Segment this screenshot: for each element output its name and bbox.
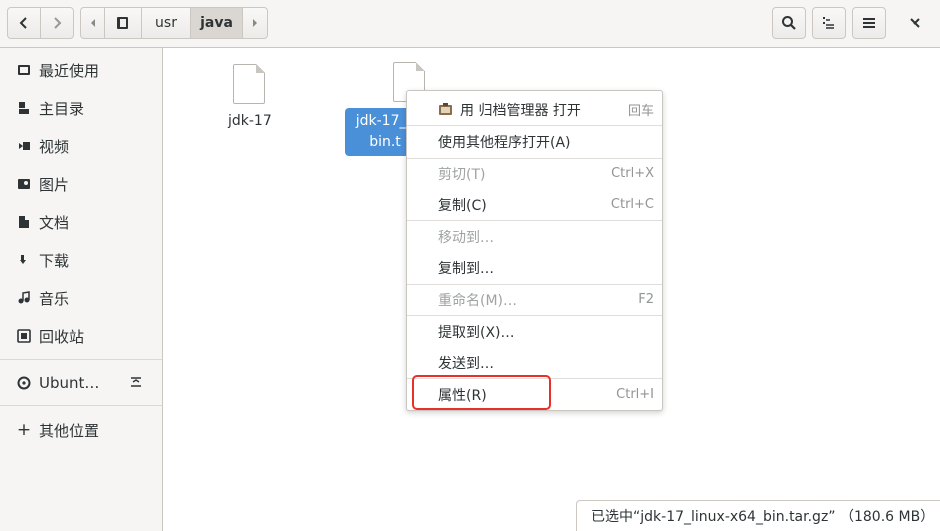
sidebar-item-label: 文档: [39, 213, 70, 232]
menu-item-move-to[interactable]: 移动到…: [407, 221, 662, 252]
sidebar-item-drive[interactable]: Ubunt…: [0, 365, 162, 401]
menu-item-copy[interactable]: 复制(C) Ctrl+C: [407, 189, 662, 220]
close-button[interactable]: [900, 7, 930, 39]
sidebar-item-label: 最近使用: [39, 61, 100, 80]
image-icon: [14, 177, 34, 191]
menu-item-label: 复制(C): [438, 197, 487, 214]
chevron-left-icon: [19, 17, 27, 29]
path-scroll-left-button[interactable]: [80, 7, 105, 39]
menu-item-cut[interactable]: 剪切(T) Ctrl+X: [407, 158, 662, 189]
sidebar-item-videos[interactable]: 视频: [0, 128, 162, 164]
sidebar-item-label: 下载: [39, 251, 70, 270]
properties-highlight-box: [412, 375, 551, 410]
sidebar-item-music[interactable]: 音乐: [0, 280, 162, 316]
sidebar-item-label: Ubunt…: [39, 374, 100, 392]
sidebar-separator: [0, 405, 162, 406]
path-segment-usr[interactable]: usr: [141, 7, 191, 39]
sidebar-item-recent[interactable]: 最近使用: [0, 52, 162, 88]
sidebar-item-label: 视频: [39, 137, 70, 156]
sidebar-item-label: 其他位置: [39, 421, 100, 440]
triangle-right-icon: [253, 19, 257, 27]
file-name-jdk-17[interactable]: jdk-17: [228, 113, 272, 129]
menu-item-label: 复制到…: [438, 260, 494, 277]
chevron-right-icon: [54, 17, 62, 29]
drive-icon: [117, 17, 128, 29]
file-icon-jdk-17[interactable]: [233, 64, 265, 104]
menu-item-label: 发送到…: [438, 355, 494, 372]
forward-button[interactable]: [40, 7, 74, 39]
triangle-left-icon: [90, 19, 95, 27]
video-icon: [14, 139, 34, 153]
home-icon: [14, 101, 34, 115]
disc-icon: [14, 376, 34, 390]
menu-item-label: 用 归档管理器 打开: [460, 102, 581, 119]
sidebar-item-pictures[interactable]: 图片: [0, 166, 162, 202]
sidebar: 最近使用 主目录 视频 图片 文档 下载 音乐 回收站 Ubunt… + 其他位…: [0, 48, 163, 531]
sidebar-item-documents[interactable]: 文档: [0, 204, 162, 240]
clock-icon: [14, 63, 34, 77]
menu-item-send-to[interactable]: 发送到…: [407, 347, 662, 378]
sidebar-item-home[interactable]: 主目录: [0, 90, 162, 126]
menu-item-copy-to[interactable]: 复制到…: [407, 252, 662, 283]
menu-item-accel: Ctrl+C: [610, 197, 654, 212]
menu-item-label: 剪切(T): [438, 166, 486, 183]
navigation-buttons: [7, 7, 75, 39]
back-button[interactable]: [7, 7, 41, 39]
sidebar-item-label: 图片: [39, 175, 70, 194]
sidebar-item-downloads[interactable]: 下载: [0, 242, 162, 278]
close-icon: [910, 18, 920, 28]
status-bar: 已选中“jdk-17_linux-x64_bin.tar.gz” （180.6 …: [576, 500, 940, 531]
download-icon: [14, 253, 34, 267]
menu-item-accel: Ctrl+X: [611, 166, 654, 181]
menu-item-label: 移动到…: [438, 229, 494, 246]
path-bar: usr java: [80, 7, 268, 39]
menu-item-label: 使用其他程序打开(A): [438, 134, 571, 151]
archive-manager-icon: [438, 102, 453, 121]
menu-item-label: 提取到(X)…: [438, 324, 515, 341]
menu-item-extract-to[interactable]: 提取到(X)…: [407, 316, 662, 347]
menu-item-rename[interactable]: 重命名(M)… F2: [407, 284, 662, 315]
path-root-button[interactable]: [104, 7, 142, 39]
document-icon: [14, 215, 34, 229]
context-menu: 用 归档管理器 打开 回车 使用其他程序打开(A) 剪切(T) Ctrl+X 复…: [406, 90, 663, 411]
menu-item-accel: F2: [638, 292, 654, 307]
menu-item-open-with-archive-manager[interactable]: 用 归档管理器 打开 回车: [407, 94, 662, 125]
view-options-button[interactable]: [812, 7, 846, 39]
menu-item-open-with-other[interactable]: 使用其他程序打开(A): [407, 126, 662, 157]
menu-item-accel: Ctrl+I: [616, 387, 654, 402]
eject-icon[interactable]: [130, 374, 142, 392]
menu-item-label: 重命名(M)…: [438, 292, 518, 309]
sidebar-item-trash[interactable]: 回收站: [0, 318, 162, 354]
music-icon: [14, 291, 34, 305]
search-icon: [782, 16, 796, 30]
plus-icon: +: [16, 420, 32, 440]
hamburger-menu-icon: [863, 18, 875, 28]
menu-item-accel: 回车: [627, 104, 654, 119]
sidebar-item-label: 回收站: [39, 327, 85, 346]
header-bar: usr java: [0, 0, 940, 48]
sidebar-item-other-locations[interactable]: + 其他位置: [0, 412, 162, 448]
status-text: 已选中“jdk-17_linux-x64_bin.tar.gz” （180.6 …: [591, 509, 935, 525]
sidebar-item-label: 主目录: [39, 99, 85, 118]
view-options-icon: [823, 17, 834, 29]
sidebar-item-label: 音乐: [39, 289, 70, 308]
menu-button[interactable]: [852, 7, 886, 39]
trash-icon: [14, 329, 34, 343]
path-scroll-right-button[interactable]: [242, 7, 268, 39]
sidebar-separator: [0, 359, 162, 360]
search-button[interactable]: [772, 7, 806, 39]
path-segment-java[interactable]: java: [190, 7, 243, 39]
